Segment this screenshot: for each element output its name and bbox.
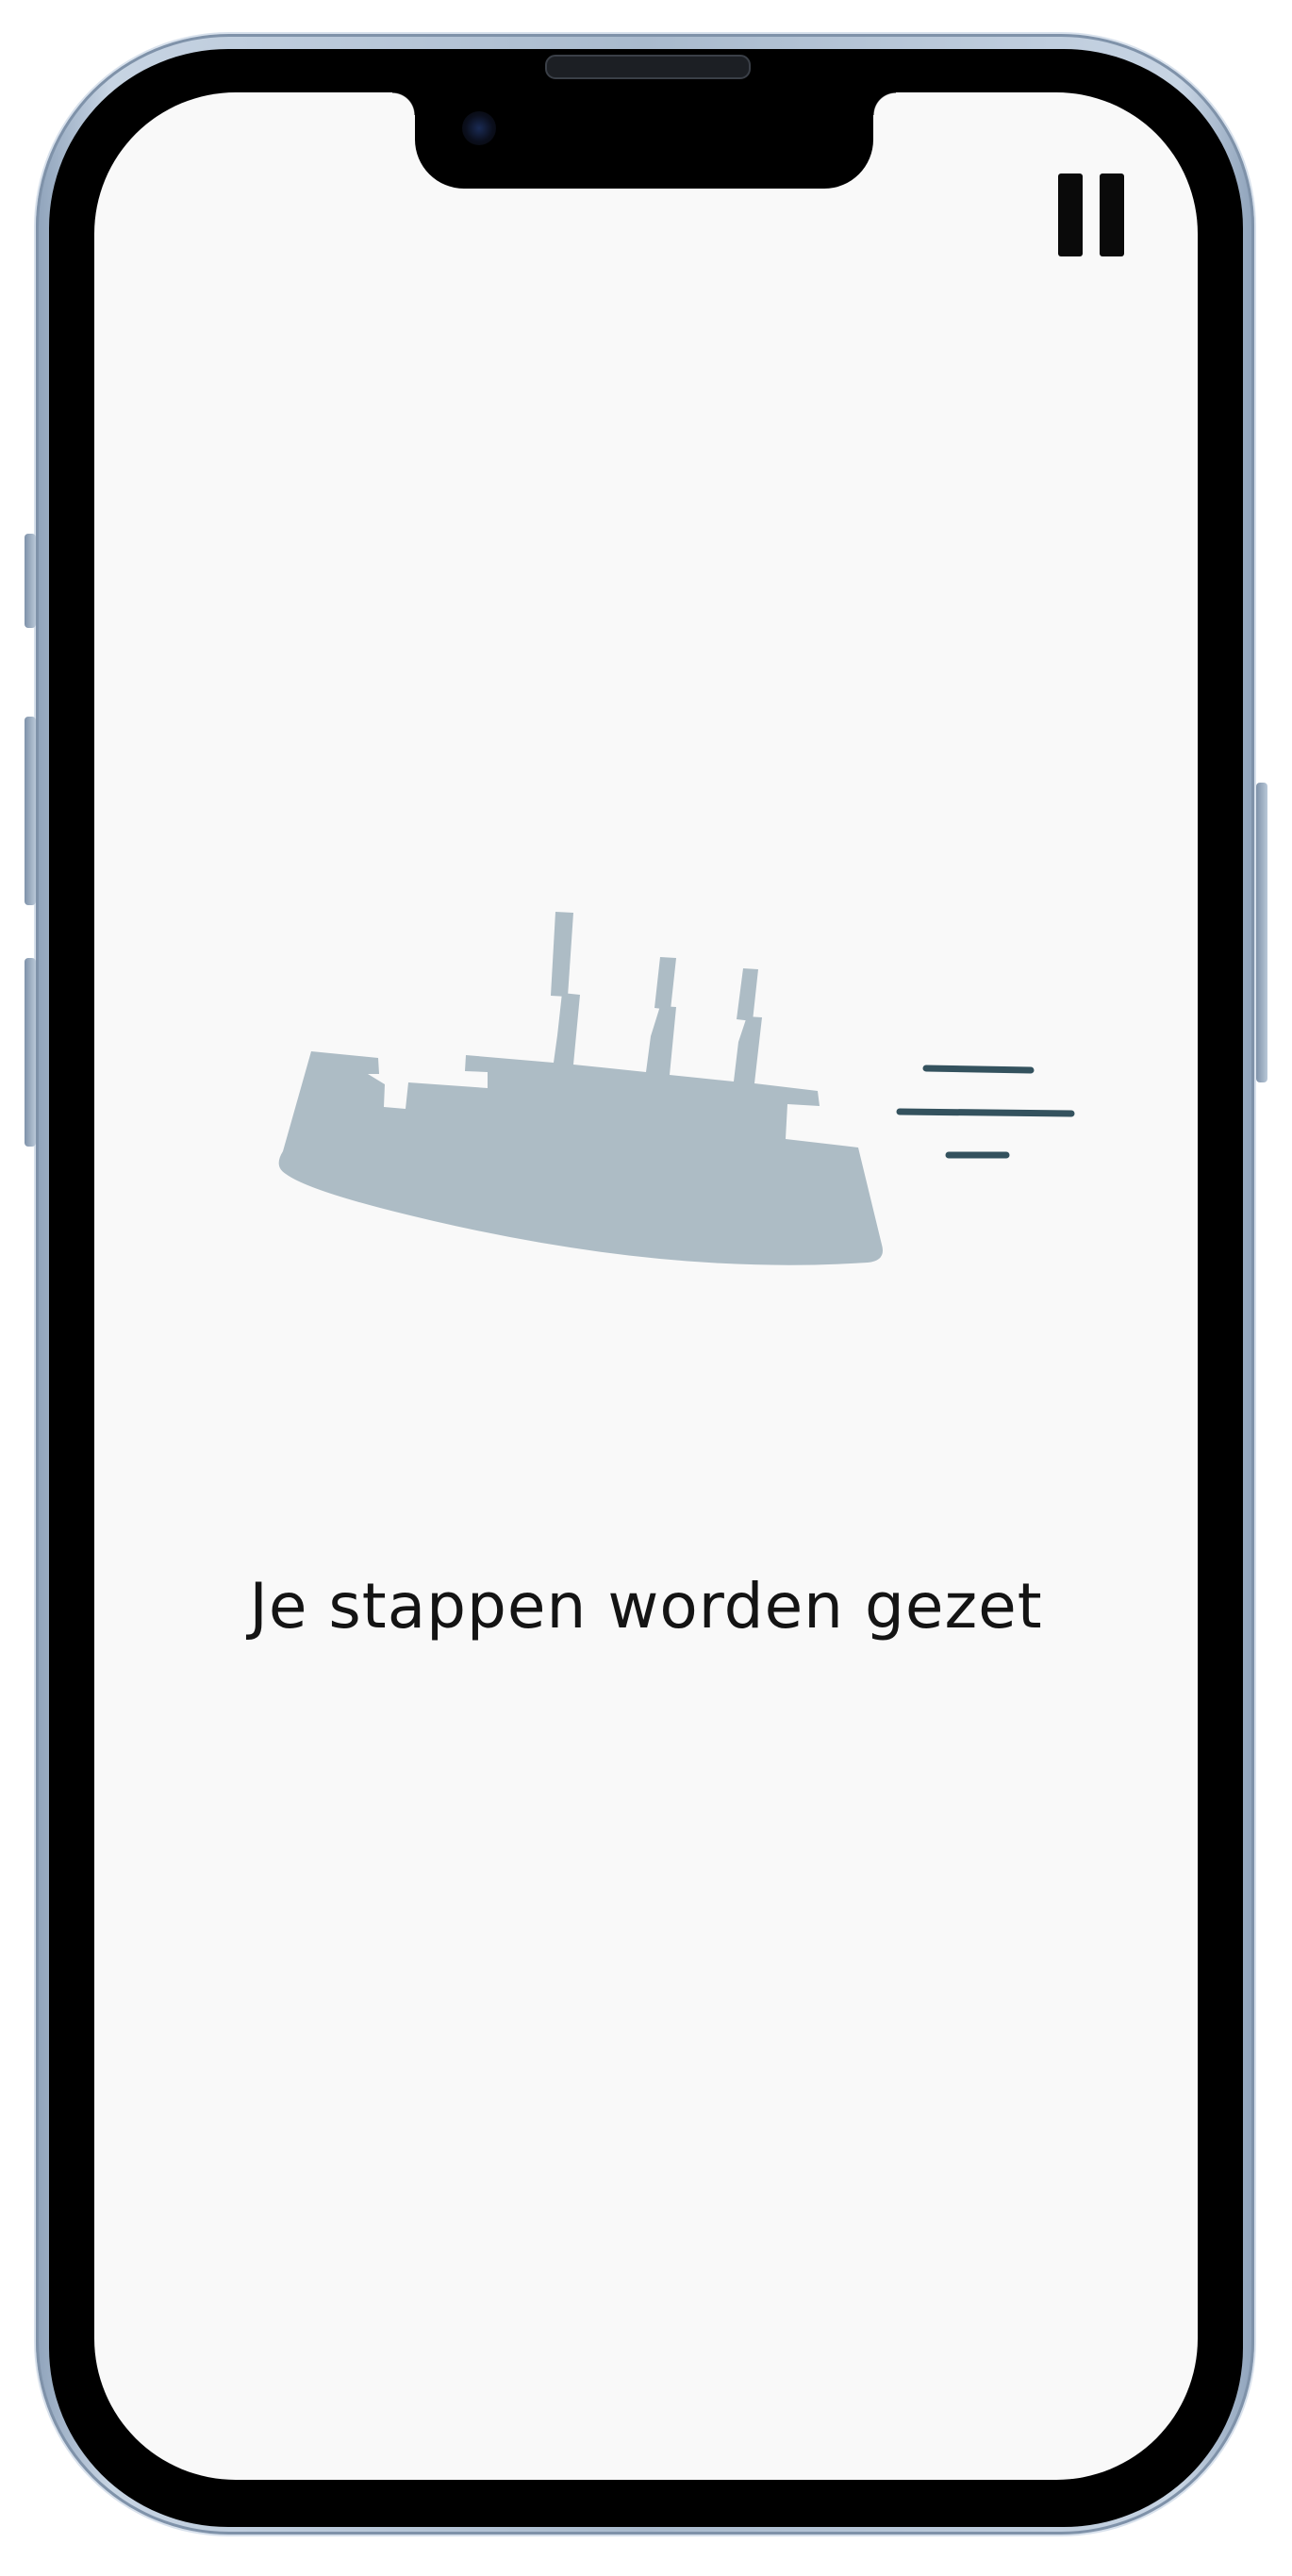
power-button (1256, 783, 1267, 1082)
volume-down-button (25, 958, 36, 1147)
motion-line-top (922, 1065, 1035, 1074)
ship-hull (278, 993, 883, 1265)
earpiece-speaker (545, 55, 751, 79)
moving-ship-icon (278, 912, 1075, 1265)
app-screen (94, 92, 1198, 2480)
volume-up-button (25, 717, 36, 905)
status-message: Je stappen worden gezet (249, 1570, 1043, 1643)
front-camera (462, 111, 496, 145)
silent-switch (25, 534, 36, 628)
device-canvas: Je stappen worden gezet (0, 0, 1292, 2576)
pause-button[interactable] (1054, 170, 1128, 260)
motion-line-middle (896, 1108, 1075, 1117)
